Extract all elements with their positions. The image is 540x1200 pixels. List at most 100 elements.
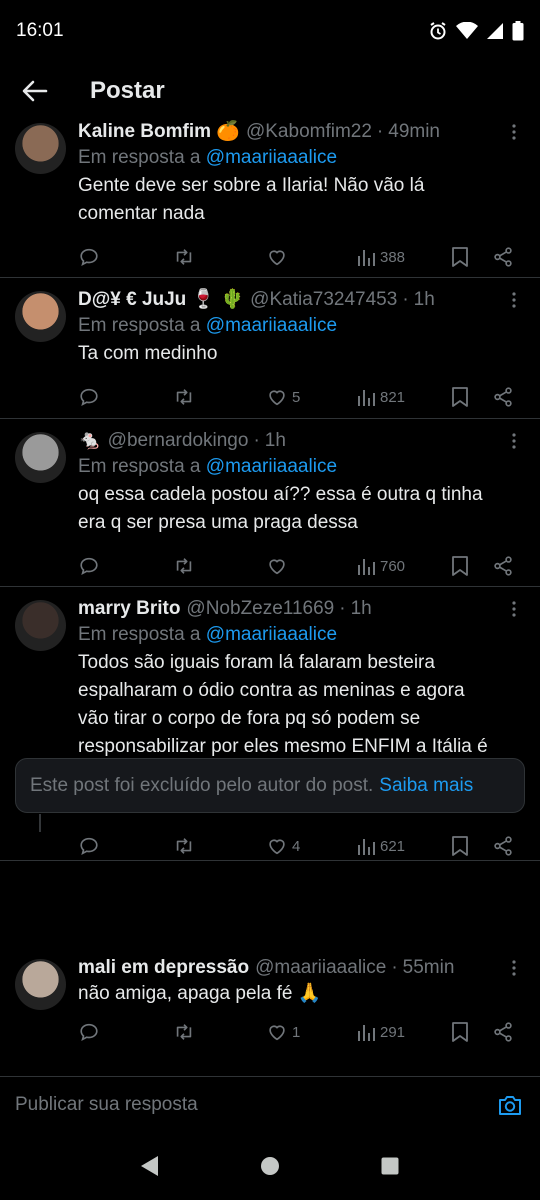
more-vertical-icon: [512, 960, 516, 976]
reply-prefix: Em resposta a: [78, 624, 201, 645]
action-bar: 1 291: [78, 1017, 518, 1047]
share-icon: [494, 556, 512, 576]
thread-reply-post[interactable]: mali em depressão @maariiaaalice · 55min…: [0, 836, 540, 1056]
circle-home-icon: [261, 1157, 279, 1175]
more-options-button[interactable]: [502, 597, 526, 621]
repost-button[interactable]: [173, 551, 195, 581]
avatar[interactable]: [15, 123, 66, 174]
reply-post[interactable]: D@¥ € JuJu 🍷 🌵 @Katia73247453 · 1h Em re…: [0, 278, 540, 419]
learn-more-link[interactable]: Saiba mais: [379, 775, 473, 797]
post-header: 🐁 @bernardokingo · 1h: [78, 429, 524, 453]
like-button[interactable]: [266, 242, 292, 272]
views-button[interactable]: 760: [356, 551, 405, 581]
reply-context: Em resposta a @maariiaaalice: [78, 144, 524, 172]
post-time[interactable]: 49min: [388, 120, 440, 144]
repost-icon: [176, 249, 192, 265]
reply-post[interactable]: 🐁 @bernardokingo · 1h Em resposta a @maa…: [0, 419, 540, 587]
bookmark-button[interactable]: [450, 551, 470, 581]
nav-back-button[interactable]: [130, 1146, 170, 1186]
like-button[interactable]: 5: [266, 382, 300, 412]
nav-home-button[interactable]: [250, 1146, 290, 1186]
share-button[interactable]: [492, 242, 514, 272]
avatar[interactable]: [15, 432, 66, 483]
repost-button[interactable]: [173, 1017, 195, 1047]
author-handle[interactable]: @bernardokingo: [108, 429, 249, 453]
post-text-line: era q ser presa uma praga dessa: [78, 512, 358, 533]
author-handle[interactable]: @Katia73247453: [250, 288, 397, 312]
author-handle[interactable]: @NobZeze11669: [186, 597, 334, 621]
repost-button[interactable]: [173, 382, 195, 412]
heart-icon: [269, 1025, 285, 1041]
more-vertical-icon: [512, 124, 516, 140]
reply-composer[interactable]: Publicar sua resposta: [0, 1076, 540, 1132]
author-name[interactable]: Kaline Bomfim 🍊: [78, 120, 240, 144]
mention-link[interactable]: @maariiaaalice: [206, 147, 337, 168]
mention-link[interactable]: @maariiaaalice: [206, 456, 337, 477]
thread-connector: [39, 814, 41, 832]
like-button[interactable]: 1: [266, 1017, 300, 1047]
page-title: Postar: [90, 77, 165, 104]
triangle-back-icon: [141, 1156, 158, 1176]
reply-post[interactable]: Kaline Bomfim 🍊 @Kabomfim22 · 49min Em r…: [0, 120, 540, 278]
more-options-button[interactable]: [502, 120, 526, 144]
share-button[interactable]: [492, 382, 514, 412]
post-body: 🐁 @bernardokingo · 1h Em resposta a @maa…: [78, 429, 524, 537]
avatar[interactable]: [15, 959, 66, 1010]
reply-prefix: Em resposta a: [78, 315, 201, 336]
author-name[interactable]: mali em depressão: [78, 956, 249, 980]
author-handle[interactable]: @Kabomfim22: [246, 120, 372, 144]
mention-link[interactable]: @maariiaaalice: [206, 624, 337, 645]
share-button[interactable]: [492, 551, 514, 581]
post-text-line: Gente deve ser sobre a Ilaria! Não vão l…: [78, 175, 425, 196]
repost-button[interactable]: [173, 242, 195, 272]
avatar[interactable]: [15, 291, 66, 342]
post-time[interactable]: 1h: [351, 597, 372, 621]
camera-button[interactable]: [495, 1090, 525, 1120]
alarm-icon: [430, 22, 446, 40]
bookmark-button[interactable]: [450, 382, 470, 412]
author-name[interactable]: marry Brito: [78, 597, 180, 621]
wifi-icon: [456, 22, 478, 39]
bookmark-button[interactable]: [450, 242, 470, 272]
post-text-line: comentar nada: [78, 203, 205, 224]
post-text: Gente deve ser sobre a Ilaria! Não vão l…: [78, 172, 524, 228]
reply-button[interactable]: [78, 382, 100, 412]
deleted-notice-text: Este post foi excluído pelo autor do pos…: [30, 774, 374, 796]
bookmark-button[interactable]: [450, 1017, 470, 1047]
comment-icon: [80, 1023, 98, 1041]
system-nav-bar: [0, 1132, 540, 1200]
views-button[interactable]: 388: [356, 242, 405, 272]
reply-button[interactable]: [78, 551, 100, 581]
author-name[interactable]: D@¥ € JuJu 🍷 🌵: [78, 288, 244, 312]
mention-link[interactable]: @maariiaaalice: [206, 315, 337, 336]
reply-button[interactable]: [78, 242, 100, 272]
views-button[interactable]: 821: [356, 382, 405, 412]
post-header: marry Brito @NobZeze11669 · 1h: [78, 597, 524, 621]
more-options-button[interactable]: [502, 956, 526, 980]
share-icon: [494, 247, 512, 267]
views-button[interactable]: 291: [356, 1017, 405, 1047]
post-time[interactable]: 55min: [403, 956, 455, 980]
more-vertical-icon: [512, 292, 516, 308]
avatar[interactable]: [15, 600, 66, 651]
separator-dot: ·: [402, 289, 409, 310]
share-button[interactable]: [492, 1017, 514, 1047]
more-options-button[interactable]: [502, 429, 526, 453]
back-button[interactable]: [0, 62, 70, 120]
bookmark-icon: [452, 387, 468, 407]
post-time[interactable]: 1h: [414, 288, 435, 312]
nav-recents-button[interactable]: [370, 1146, 410, 1186]
post-body: mali em depressão @maariiaaalice · 55min…: [78, 956, 524, 1008]
reply-button[interactable]: [78, 1017, 100, 1047]
repost-icon: [176, 389, 192, 405]
post-time[interactable]: 1h: [265, 429, 286, 453]
reply-input[interactable]: Publicar sua resposta: [15, 1094, 495, 1116]
action-bar: 388: [78, 242, 518, 272]
more-options-button[interactable]: [502, 288, 526, 312]
author-handle[interactable]: @maariiaaalice: [255, 956, 386, 980]
reply-post[interactable]: marry Brito @NobZeze11669 · 1h Em respos…: [0, 587, 540, 861]
author-name[interactable]: 🐁: [78, 429, 102, 453]
reply-context: Em resposta a @maariiaaalice: [78, 312, 524, 340]
like-button[interactable]: [266, 551, 292, 581]
view-count: 821: [380, 388, 406, 406]
